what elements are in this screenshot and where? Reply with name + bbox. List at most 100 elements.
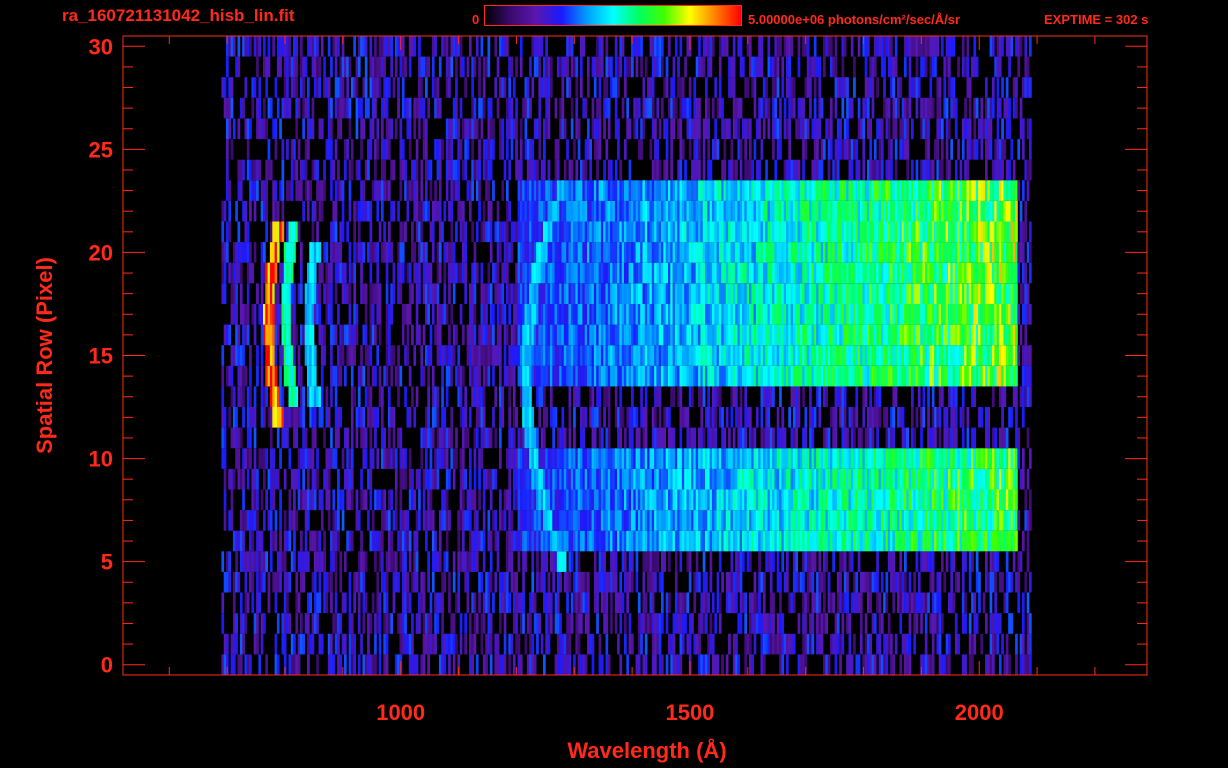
heatmap-cell [920, 530, 923, 552]
heatmap-cell [711, 283, 715, 304]
heatmap-cell [779, 530, 782, 552]
heatmap-cell [760, 654, 764, 675]
heatmap-cell [300, 489, 303, 511]
heatmap-cell [381, 530, 384, 552]
heatmap-cell [369, 283, 373, 304]
heatmap-cell [517, 324, 521, 346]
heatmap-cell [843, 530, 847, 552]
heatmap-cell [330, 304, 333, 325]
heatmap-cell [936, 407, 940, 428]
heatmap-cell [711, 304, 715, 325]
heatmap-cell [411, 468, 414, 490]
heatmap-cell [811, 448, 815, 469]
heatmap-cell [619, 345, 623, 366]
heatmap-cell [832, 365, 835, 387]
heatmap-cell [834, 613, 838, 634]
heatmap-cell [846, 427, 849, 449]
heatmap-cell [628, 551, 632, 572]
heatmap-cell [568, 283, 572, 304]
heatmap-cell [830, 489, 833, 511]
heatmap-cell [589, 510, 592, 531]
heatmap-cell [311, 262, 315, 284]
heatmap-cell [846, 468, 849, 490]
heatmap-cell [762, 468, 766, 490]
heatmap-cell [809, 345, 812, 366]
heatmap-cell [563, 633, 567, 655]
heatmap-cell [582, 510, 586, 531]
heatmap-cell [860, 530, 863, 552]
heatmap-cell [517, 283, 521, 304]
heatmap-cell [244, 551, 248, 572]
heatmap-cell [547, 324, 551, 346]
heatmap-cell [596, 448, 599, 469]
heatmap-cell [718, 613, 722, 634]
heatmap-cell [524, 262, 528, 284]
heatmap-cell [790, 592, 794, 614]
heatmap-cell [614, 262, 618, 284]
heatmap-cell [774, 365, 778, 387]
heatmap-cell [631, 345, 634, 366]
heatmap-cell [762, 530, 766, 552]
heatmap-cell [237, 365, 241, 387]
heatmap-cell [904, 489, 907, 511]
heatmap-cell [839, 489, 842, 511]
heatmap-cell [510, 448, 514, 469]
heatmap-cell [413, 551, 417, 572]
heatmap-cell [221, 551, 225, 572]
heatmap-cell [698, 283, 701, 304]
heatmap-cell [792, 489, 796, 511]
heatmap-cell [698, 571, 701, 593]
heatmap-cell [603, 530, 606, 552]
heatmap-cell [232, 530, 236, 552]
heatmap-cell [904, 283, 907, 304]
heatmap-cell [545, 365, 548, 387]
heatmap-cell [876, 530, 879, 552]
heatmap-cell [596, 468, 599, 490]
heatmap-cell [526, 654, 530, 675]
heatmap-cell [568, 551, 572, 572]
heatmap-cell [878, 633, 882, 655]
heatmap-cell [765, 613, 768, 634]
heatmap-cell [792, 345, 796, 366]
heatmap-cell [300, 262, 303, 284]
heatmap-cell [850, 468, 854, 490]
heatmap-cell [577, 654, 581, 675]
heatmap-cell [487, 592, 491, 614]
heatmap-cell [353, 262, 356, 284]
heatmap-cell [920, 304, 923, 325]
heatmap-cell [767, 489, 771, 511]
heatmap-cell [637, 262, 641, 284]
heatmap-cell [411, 324, 414, 346]
heatmap-cell [267, 304, 271, 325]
heatmap-cell [547, 304, 551, 325]
heatmap-cell [769, 345, 773, 366]
heatmap-cell [783, 510, 787, 531]
heatmap-cell [362, 283, 366, 304]
heatmap-cell [316, 551, 319, 572]
heatmap-cell [668, 345, 671, 366]
heatmap-cell [614, 468, 618, 490]
heatmap-cell [288, 324, 292, 346]
heatmap-cell [587, 592, 590, 614]
heatmap-cell [320, 551, 324, 572]
heatmap-cell [239, 654, 243, 675]
heatmap-cell [737, 407, 741, 428]
heatmap-cell [607, 489, 611, 511]
heatmap-cell [931, 365, 935, 387]
heatmap-cell [286, 407, 289, 428]
heatmap-cell [556, 262, 560, 284]
heatmap-cell [360, 365, 363, 387]
heatmap-cell [552, 530, 555, 552]
heatmap-cell [892, 530, 896, 552]
heatmap-cell [256, 592, 259, 614]
heatmap-cell [487, 324, 491, 346]
heatmap-cell [792, 324, 796, 346]
heatmap-cell [790, 324, 794, 346]
heatmap-cell [1012, 324, 1016, 346]
heatmap-cell [848, 262, 852, 284]
heatmap-cell [376, 262, 380, 284]
heatmap-cell [459, 262, 463, 284]
heatmap-cell [644, 510, 648, 531]
heatmap-cell [374, 530, 377, 552]
heatmap-cell [584, 448, 588, 469]
